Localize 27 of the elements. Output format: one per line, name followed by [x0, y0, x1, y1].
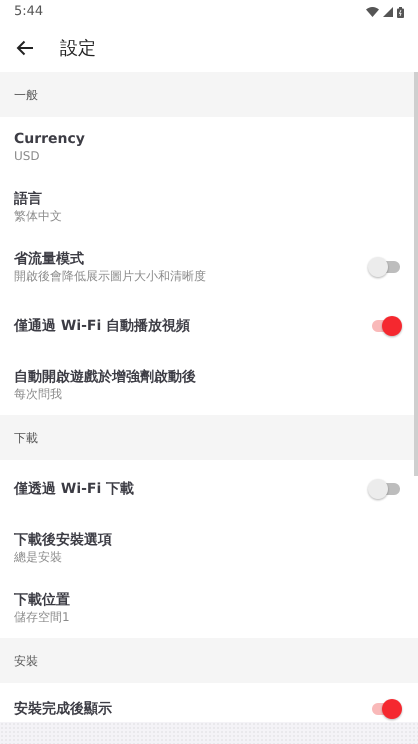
status-time: 5:44 [14, 3, 44, 22]
back-arrow-icon [16, 40, 34, 56]
item-title[interactable]: Currency [14, 130, 85, 148]
screen-title: 設定 [60, 36, 96, 60]
signal-icon [383, 7, 393, 17]
item-title[interactable]: 下載位置 [14, 591, 70, 609]
battery-icon [397, 6, 404, 18]
item-value: 總是安裝 [14, 549, 63, 565]
section-header: 一般 [14, 86, 38, 104]
item-title[interactable]: 自動開啟遊戲於增強劑啟動後 [14, 368, 196, 386]
item-title[interactable]: 下載後安裝選項 [14, 531, 112, 549]
section-header: 下載 [14, 430, 38, 446]
item-title[interactable]: 安裝完成後顯示 [14, 700, 112, 718]
toggle-switch[interactable] [368, 256, 402, 278]
item-value: 儲存空間1 [14, 609, 70, 625]
item-value: 繁体中文 [14, 208, 62, 224]
item-title[interactable]: 僅通過 Wi-Fi 自動播放視頻 [14, 317, 190, 335]
item-value: 每次問我 [14, 386, 63, 402]
item-title[interactable]: 語言 [14, 190, 62, 208]
item-value: USD [14, 148, 41, 164]
back-button[interactable] [16, 40, 34, 56]
section-header: 安裝 [14, 652, 38, 670]
item-title[interactable]: 僅透過 Wi-Fi 下載 [14, 480, 134, 498]
item-value: 開啟後會降低展示圖片大小和清晰度 [14, 268, 206, 284]
toggle-switch[interactable] [368, 478, 402, 500]
wifi-icon [366, 7, 379, 17]
item-title[interactable]: 省流量模式 [14, 250, 206, 268]
